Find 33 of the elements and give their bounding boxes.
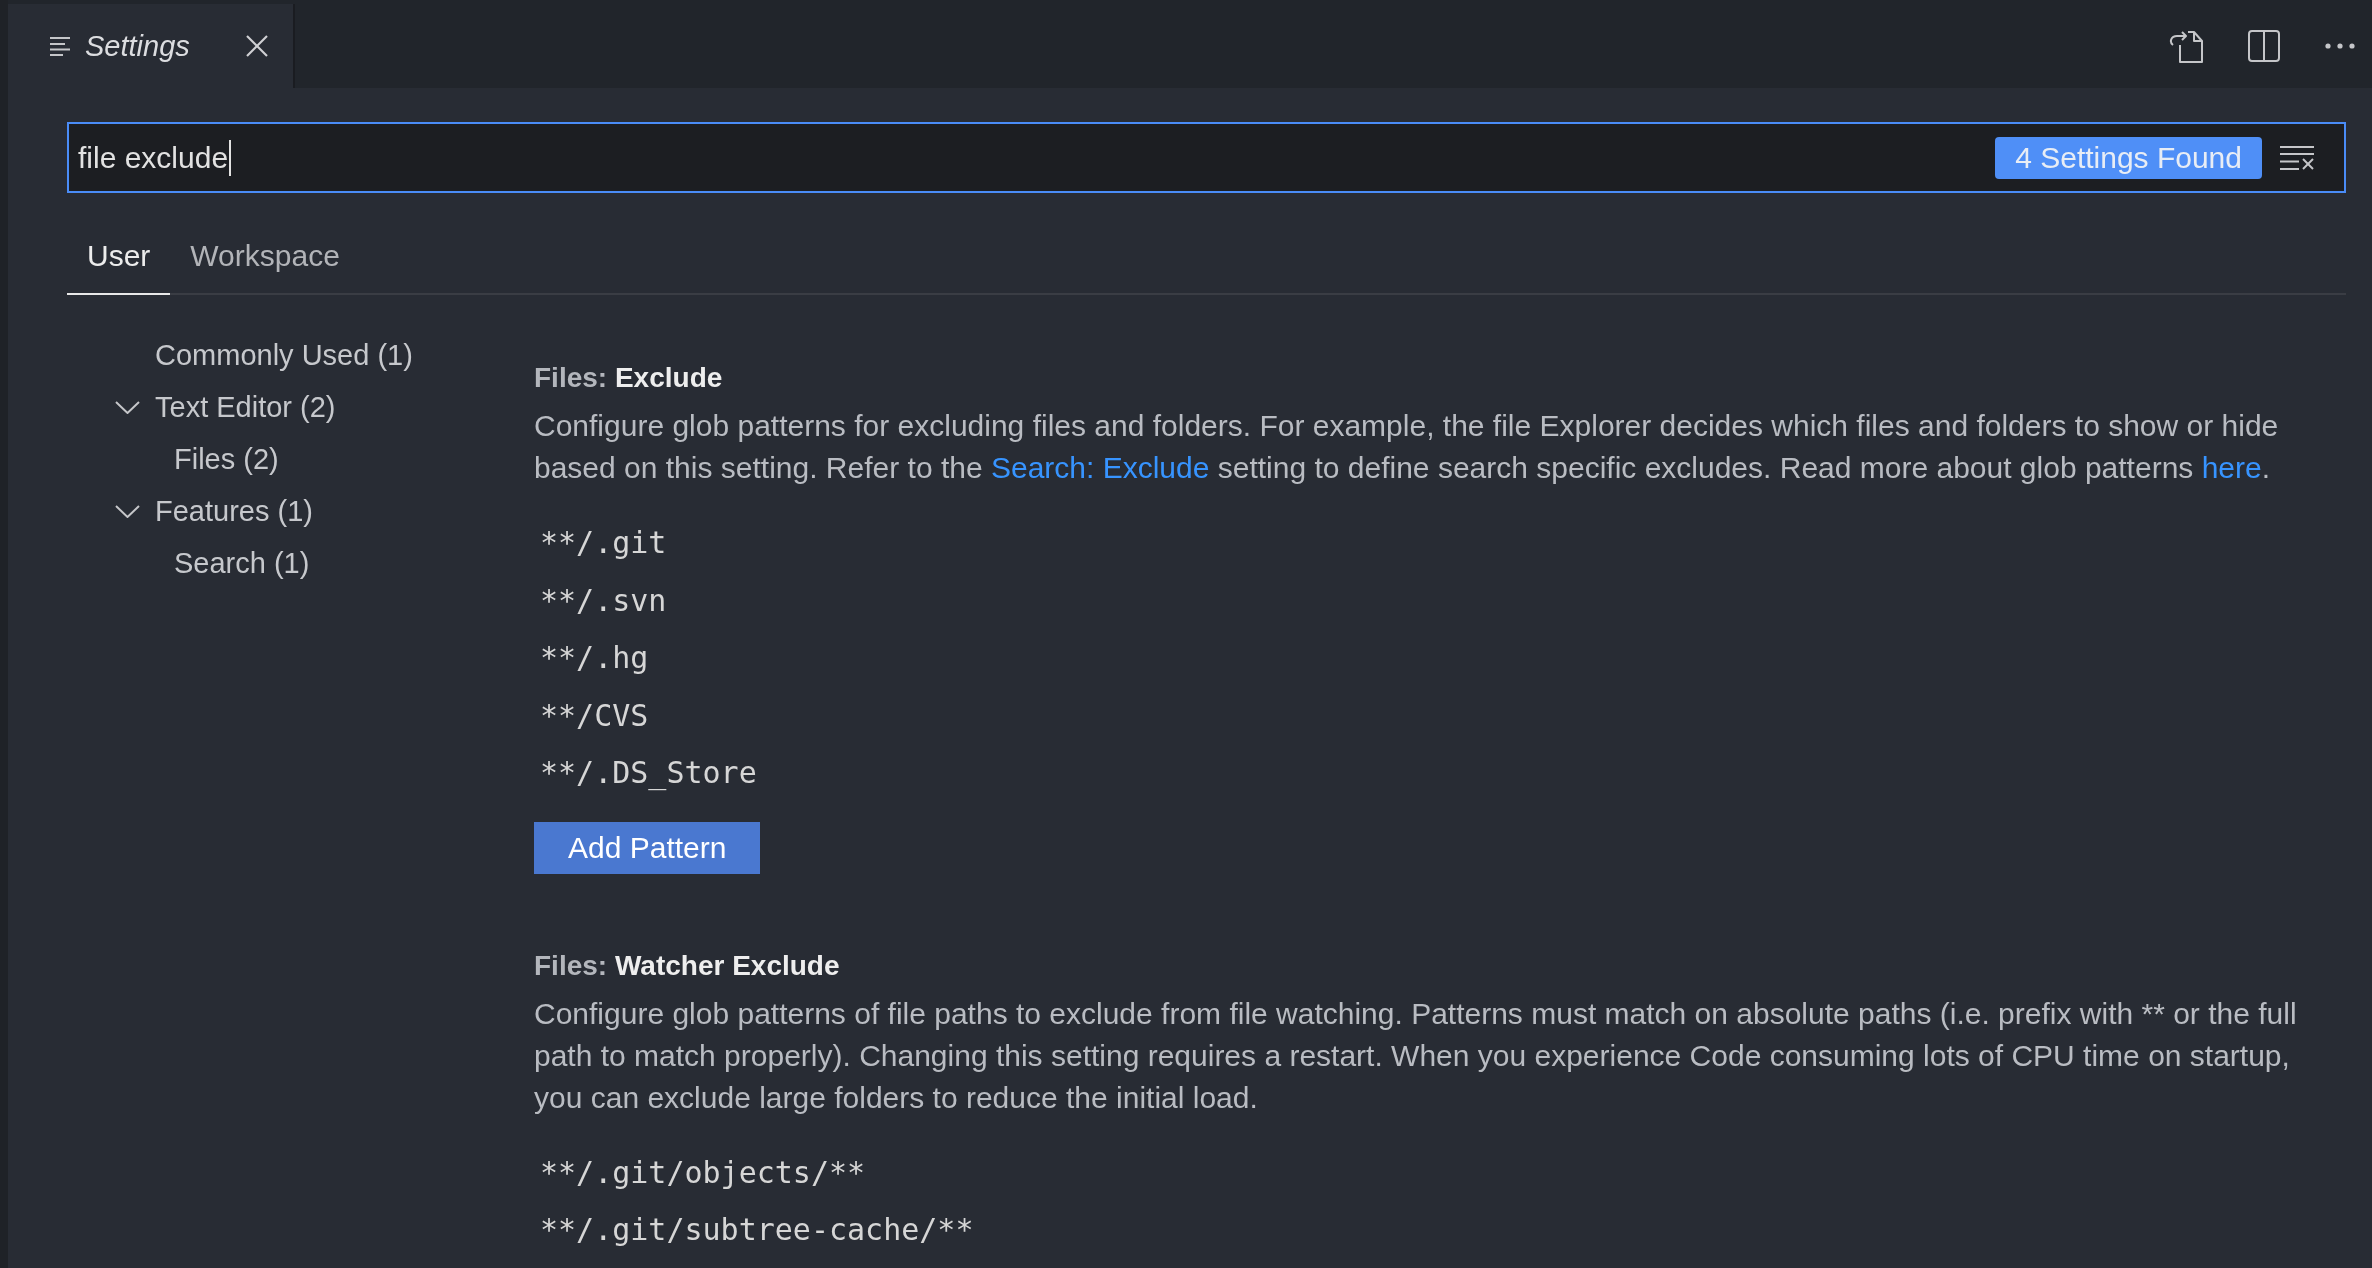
setting-description: Configure glob patterns for excluding files and folders. For example, the file Explorer decides which files and folders to show or hide based on this setting. Refer to the Search: Exclude setting to define search specific excludes. Read more about glob patterns here. <box>534 408 2280 486</box>
setting-title: Files: Exclude <box>534 361 724 395</box>
more-actions-icon[interactable] <box>2325 43 2355 49</box>
list-lines-icon <box>50 36 71 56</box>
setting-title: Files: Watcher Exclude <box>534 948 841 983</box>
setting-description: Configure glob patterns of file paths to exclude from file watching. Patterns must match on absolute paths (i.e. prefix with ** or the full path to match properly). Changing this setting requires a restart. When you experience Code consuming lots of CPU time on startup, you can exclude large folders to reduce the initial load. <box>534 995 2298 1116</box>
split-editor-icon[interactable] <box>2248 30 2280 62</box>
toc-item[interactable]: Search (1) <box>174 546 310 580</box>
clear-filter-icon[interactable] <box>2280 145 2314 170</box>
tab-title: Settings <box>85 29 190 63</box>
search-field[interactable]: file exclude 4 Settings Found <box>67 122 2346 193</box>
file-arrow-icon[interactable] <box>2169 29 2203 63</box>
pattern-item: **/.hg <box>539 639 649 677</box>
editor-tab[interactable]: Settings <box>8 4 295 88</box>
toc-item[interactable]: Files (2) <box>174 442 279 476</box>
chevron-down-icon[interactable] <box>115 400 140 414</box>
pattern-item: **/.svn <box>539 581 667 620</box>
close-icon[interactable] <box>246 35 268 57</box>
chevron-down-icon[interactable] <box>115 504 140 518</box>
pattern-item: **/.git/subtree-cache/** <box>539 1211 974 1249</box>
add-pattern-button[interactable]: Add Pattern <box>534 821 761 874</box>
results-count-badge: 4 Settings Found <box>1995 136 2262 179</box>
toc-item[interactable]: Text Editor (2) <box>155 390 336 424</box>
toc-item[interactable]: Features (1) <box>155 494 313 528</box>
scope-tab[interactable]: Workspace <box>170 219 360 295</box>
toc-item[interactable]: Commonly Used (1) <box>155 338 413 372</box>
pattern-item: **/.DS_Store <box>539 754 757 793</box>
pattern-item: **/.git <box>539 524 667 562</box>
pattern-item: **/CVS <box>539 696 649 735</box>
inline-link[interactable]: Search: Exclude <box>990 451 1210 484</box>
pattern-item: **/.git/objects/** <box>539 1153 866 1192</box>
scope-tab[interactable]: User <box>67 219 171 295</box>
inline-link[interactable]: here <box>2201 451 2262 484</box>
